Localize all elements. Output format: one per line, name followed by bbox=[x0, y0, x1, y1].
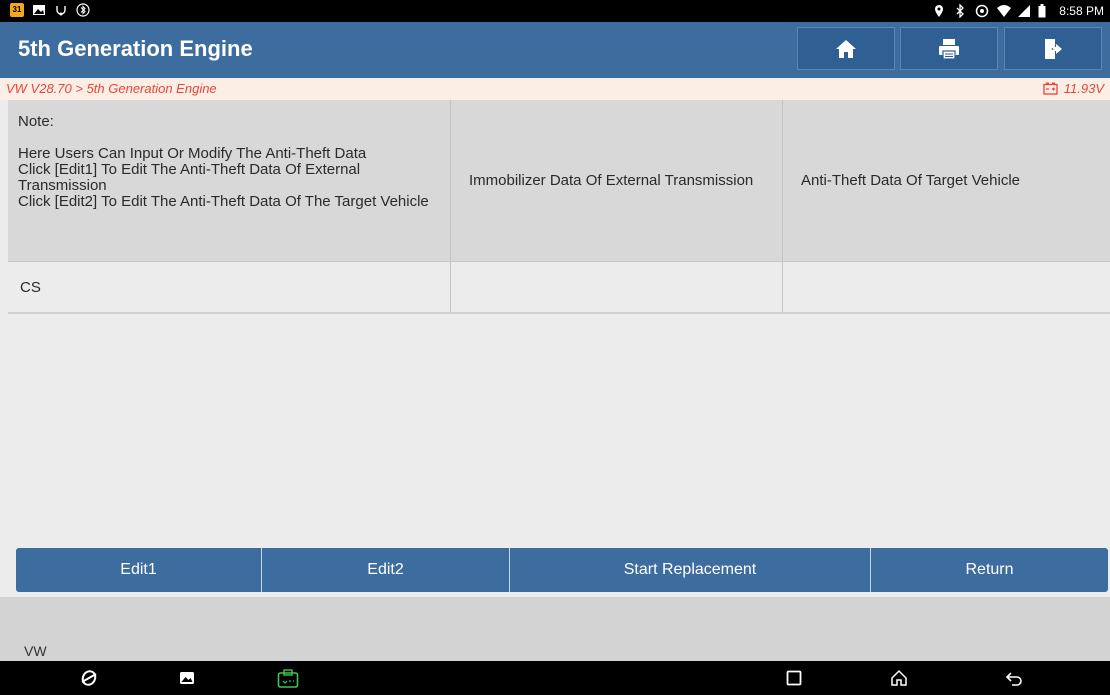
column-header-external: Immobilizer Data Of External Transmissio… bbox=[451, 100, 783, 261]
wifi-icon bbox=[996, 4, 1012, 18]
gallery-icon[interactable] bbox=[178, 669, 196, 687]
app-header: 5th Generation Engine bbox=[0, 22, 1110, 78]
home-icon bbox=[836, 39, 856, 58]
back-icon[interactable] bbox=[1005, 669, 1023, 687]
voltage-indicator: 11.93V bbox=[1043, 81, 1104, 96]
hotspot-icon bbox=[975, 4, 989, 18]
status-time: 8:58 PM bbox=[1059, 4, 1104, 18]
note-line: Here Users Can Input Or Modify The Anti-… bbox=[18, 145, 367, 162]
bluetooth-icon bbox=[76, 3, 90, 17]
location-icon bbox=[933, 4, 947, 18]
home-icon[interactable] bbox=[890, 669, 908, 687]
table-row[interactable]: CS bbox=[8, 262, 1110, 314]
footer: VW bbox=[0, 597, 1110, 661]
action-bar: Edit1 Edit2 Start Replacement Return bbox=[16, 548, 1108, 592]
note-line: Click [Edit1] To Edit The Anti-Theft Dat… bbox=[18, 161, 361, 194]
home-button[interactable] bbox=[797, 27, 895, 70]
anti-theft-table: Note: Here Users Can Input Or Modify The… bbox=[8, 100, 1110, 314]
note-cell: Note: Here Users Can Input Or Modify The… bbox=[8, 100, 451, 261]
browser-icon[interactable] bbox=[80, 669, 98, 687]
column-header-target: Anti-Theft Data Of Target Vehicle bbox=[801, 171, 1021, 189]
print-button[interactable] bbox=[900, 27, 998, 70]
row-target-value bbox=[783, 262, 1110, 312]
note-title: Note: bbox=[18, 113, 54, 130]
printer-icon bbox=[939, 38, 959, 60]
status-left-icons: 31 bbox=[10, 3, 90, 17]
row-external-value bbox=[451, 262, 783, 312]
bluetooth-icon bbox=[954, 3, 968, 19]
brand-label: VW bbox=[24, 643, 47, 659]
recents-icon[interactable] bbox=[785, 669, 803, 687]
battery-icon bbox=[1038, 4, 1052, 18]
image-icon bbox=[32, 3, 46, 17]
exit-icon bbox=[1045, 38, 1062, 59]
app-root: 31 8:58 PM 5th Generation Engine VW V28.… bbox=[0, 0, 1110, 695]
breadcrumb: VW V28.70 > 5th Generation Engine 11.93V bbox=[0, 78, 1110, 100]
edit1-button[interactable]: Edit1 bbox=[16, 548, 262, 592]
exit-button[interactable] bbox=[1004, 27, 1102, 70]
edit2-button[interactable]: Edit2 bbox=[262, 548, 510, 592]
battery-voltage-icon bbox=[1043, 82, 1058, 95]
note-line: Click [Edit2] To Edit The Anti-Theft Dat… bbox=[18, 193, 429, 210]
voltage-value: 11.93V bbox=[1063, 81, 1104, 96]
calendar-icon: 31 bbox=[10, 3, 24, 17]
breadcrumb-path: VW V28.70 > 5th Generation Engine bbox=[6, 81, 217, 96]
page-title: 5th Generation Engine bbox=[18, 36, 253, 61]
usb-debug-icon bbox=[54, 3, 68, 17]
return-button[interactable]: Return bbox=[871, 548, 1108, 592]
system-nav-bar bbox=[0, 661, 1110, 695]
status-bar: 31 8:58 PM bbox=[0, 0, 1110, 22]
signal-icon bbox=[1017, 4, 1031, 18]
status-right-icons: 8:58 PM bbox=[933, 3, 1104, 19]
start-replacement-button[interactable]: Start Replacement bbox=[510, 548, 871, 592]
vci-icon[interactable] bbox=[277, 669, 299, 688]
row-label: CS bbox=[8, 262, 451, 312]
table-header-row: Note: Here Users Can Input Or Modify The… bbox=[8, 100, 1110, 262]
